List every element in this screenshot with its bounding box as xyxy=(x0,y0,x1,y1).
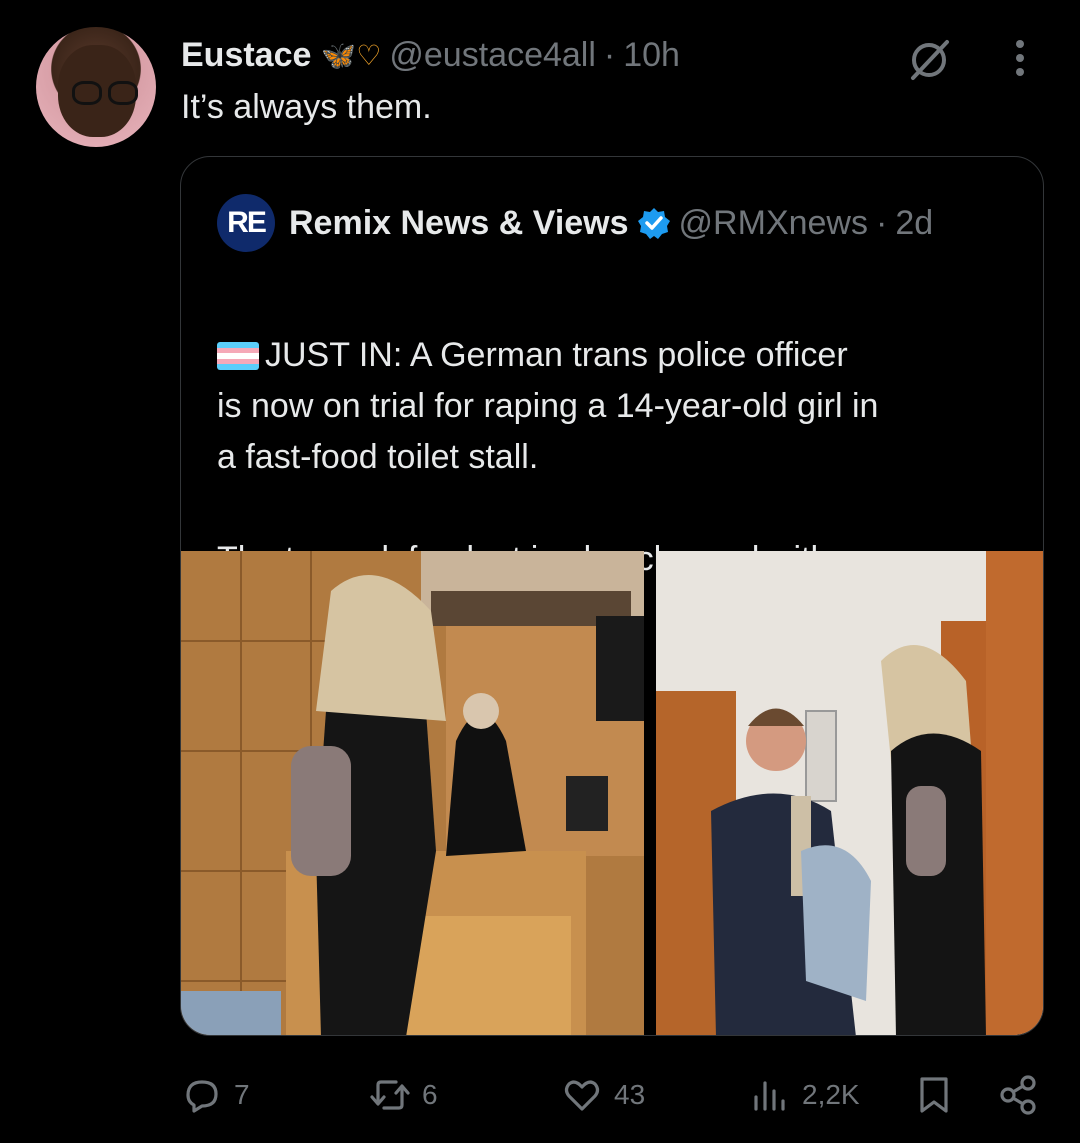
views-icon xyxy=(754,1081,785,1111)
quote-header: RE Remix News & Views @RMXnews · 2d xyxy=(217,194,933,252)
tweet-text: It’s always them. xyxy=(181,88,432,126)
avatar-glasses-left xyxy=(72,81,102,105)
reply-icon xyxy=(186,1080,218,1113)
quote-text: JUST IN: A German trans police officer i… xyxy=(217,279,1017,585)
germany-flag-icon xyxy=(217,291,259,319)
author-name[interactable]: Eustace xyxy=(181,36,311,75)
quote-line-1 xyxy=(217,279,1017,330)
quote-line-2: is now on trial for raping a 14-year-old… xyxy=(217,387,879,425)
more-options-icon[interactable] xyxy=(1008,38,1032,78)
action-bar: 7 6 43 2,2K xyxy=(0,1068,1080,1122)
reply-button[interactable]: 7 xyxy=(180,1068,250,1122)
tweet-time[interactable]: 10h xyxy=(623,36,680,75)
grok-icon[interactable] xyxy=(905,36,953,84)
quote-separator: · xyxy=(876,203,888,242)
courtroom-image xyxy=(181,551,644,1035)
transgender-flag-icon xyxy=(217,342,259,370)
courtroom-photo[interactable] xyxy=(181,551,644,1035)
like-button[interactable]: 43 xyxy=(560,1068,645,1122)
quote-handle[interactable]: @RMXnews xyxy=(679,204,868,243)
author-emoji: 🦋♡ xyxy=(321,39,382,71)
quote-avatar[interactable]: RE xyxy=(217,194,275,252)
share-icon xyxy=(1000,1075,1036,1115)
views-button[interactable]: 2,2K xyxy=(748,1068,860,1122)
repost-button[interactable]: 6 xyxy=(368,1068,438,1122)
repost-count: 6 xyxy=(422,1079,438,1110)
quote-line-blank xyxy=(217,483,1017,534)
repost-icon xyxy=(370,1080,410,1110)
heart-icon xyxy=(564,1080,600,1111)
author-handle[interactable]: @eustace4all xyxy=(389,36,596,75)
bookmark-icon xyxy=(920,1077,948,1113)
like-count: 43 xyxy=(614,1079,646,1110)
views-count: 2,2K xyxy=(802,1079,860,1110)
bookmark-button[interactable] xyxy=(912,1068,956,1122)
quote-time[interactable]: 2d xyxy=(895,204,933,243)
separator-dot: · xyxy=(603,35,616,74)
hallway-image xyxy=(656,551,1043,1035)
quote-line-3: a fast-food toilet stall. xyxy=(217,438,539,476)
reply-count: 7 xyxy=(234,1079,250,1110)
verified-badge-icon xyxy=(637,208,670,239)
avatar-glasses-right xyxy=(108,81,138,105)
tweet-header: Eustace 🦋♡ @eustace4all · 10h xyxy=(181,33,680,77)
author-avatar[interactable] xyxy=(36,27,156,147)
share-button[interactable] xyxy=(996,1068,1040,1122)
quote-author-name[interactable]: Remix News & Views xyxy=(289,204,629,243)
hallway-photo[interactable] xyxy=(656,551,1043,1035)
quoted-tweet[interactable]: RE Remix News & Views @RMXnews · 2d JUST… xyxy=(180,156,1044,1036)
